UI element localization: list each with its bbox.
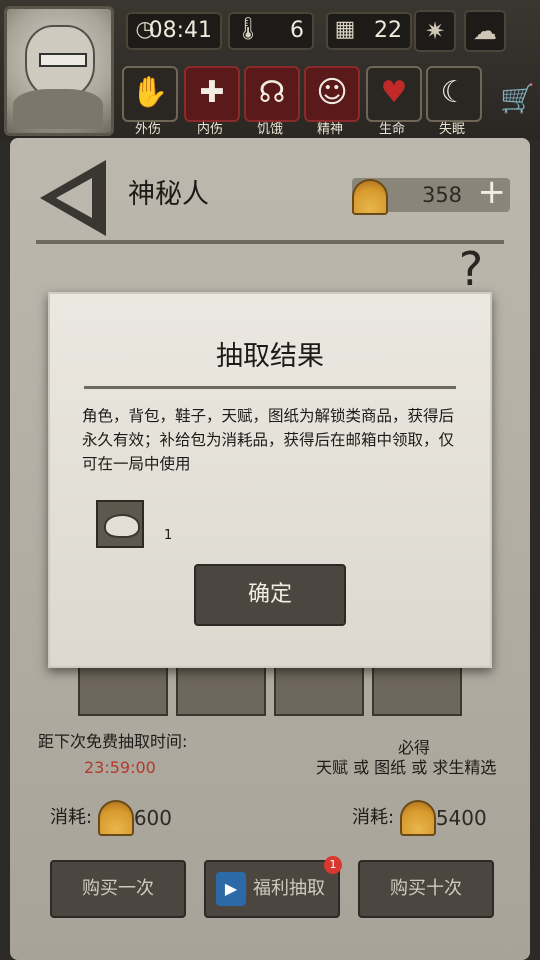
avatar-body: [13, 89, 103, 129]
day-stat: ▦ 22: [326, 12, 412, 50]
trap-icon: [104, 514, 140, 538]
prize-tile: [78, 666, 168, 716]
notification-badge: 1: [324, 856, 342, 874]
reward-count: 1: [164, 528, 173, 543]
currency-amount: 358: [421, 183, 463, 207]
shell-icon: [97, 800, 134, 836]
prize-tile: [372, 666, 462, 716]
life-icon[interactable]: ♥: [366, 66, 422, 122]
shell-icon: [352, 179, 388, 215]
status-label-internal: 内伤: [196, 122, 223, 137]
header-divider: [36, 240, 504, 244]
prize-tile: [274, 666, 364, 716]
status-label-spirit: 精神: [316, 122, 343, 137]
guarantee-options: 天赋 或 图纸 或 求生精选: [316, 758, 497, 777]
avatar[interactable]: [4, 6, 114, 136]
dialog-divider: [84, 386, 456, 389]
reward-item-icon[interactable]: [96, 500, 144, 548]
temperature-value: 6: [290, 18, 304, 43]
rain-icon: ☁: [464, 10, 506, 52]
page-title: 神秘人: [128, 179, 209, 210]
confirm-button[interactable]: 确定: [194, 564, 346, 626]
spirit-icon[interactable]: ☺: [304, 66, 360, 122]
hunger-icon[interactable]: ☊: [244, 66, 300, 122]
clock-stat: ◷ 08:41: [126, 12, 222, 50]
temperature-stat: 🌡 6: [228, 12, 314, 50]
back-arrow-inner: [56, 178, 92, 218]
status-label-life: 生命: [378, 122, 405, 137]
bonus-draw-button[interactable]: ▶ 福利抽取 1: [204, 856, 342, 918]
insomnia-icon[interactable]: ☾: [426, 66, 482, 122]
time-value: 08:41: [148, 18, 212, 43]
buy-ten-button[interactable]: 购买十次: [358, 860, 494, 918]
single-cost: 消耗: 600: [50, 800, 172, 836]
calendar-icon: ▦: [334, 17, 356, 42]
video-icon: ▶: [216, 872, 246, 906]
currency-box: 358 +: [352, 175, 510, 215]
shell-icon: [399, 800, 436, 836]
ten-cost: 消耗: 5400: [352, 800, 487, 836]
ten-cost-label: 消耗:: [352, 807, 395, 828]
status-label-insomnia: 失眠: [438, 122, 465, 137]
buy-once-button[interactable]: 购买一次: [50, 860, 186, 918]
dialog-message: 角色，背包，鞋子，天赋，图纸为解锁类商品，获得后永久有效；补给包为消耗品，获得后…: [82, 407, 455, 473]
thermometer-icon: 🌡: [234, 17, 262, 42]
single-cost-value: 600: [133, 806, 172, 830]
avatar-glasses: [39, 53, 87, 67]
status-label-external: 外伤: [134, 122, 161, 137]
avatar-face: [25, 25, 95, 99]
prize-tile: [176, 666, 266, 716]
status-label-hunger: 饥饿: [256, 122, 283, 137]
single-cost-label: 消耗:: [50, 807, 93, 828]
leaf-icon: ✷: [414, 10, 456, 52]
day-value: 22: [374, 18, 402, 43]
dialog-title: 抽取结果: [216, 341, 324, 372]
help-icon[interactable]: ?: [446, 246, 496, 292]
internal-injury-icon[interactable]: ✚: [184, 66, 240, 122]
result-dialog: 抽取结果 角色，背包，鞋子，天赋，图纸为解锁类商品，获得后永久有效；补给包为消耗…: [48, 292, 492, 668]
free-draw-label: 距下次免费抽取时间:: [38, 732, 188, 751]
ten-cost-value: 5400: [435, 806, 487, 830]
add-currency-button[interactable]: +: [478, 175, 507, 209]
external-injury-icon[interactable]: ✋: [122, 66, 178, 122]
cart-icon[interactable]: 🛒: [500, 82, 535, 115]
free-draw-timer: 23:59:00: [84, 758, 156, 777]
